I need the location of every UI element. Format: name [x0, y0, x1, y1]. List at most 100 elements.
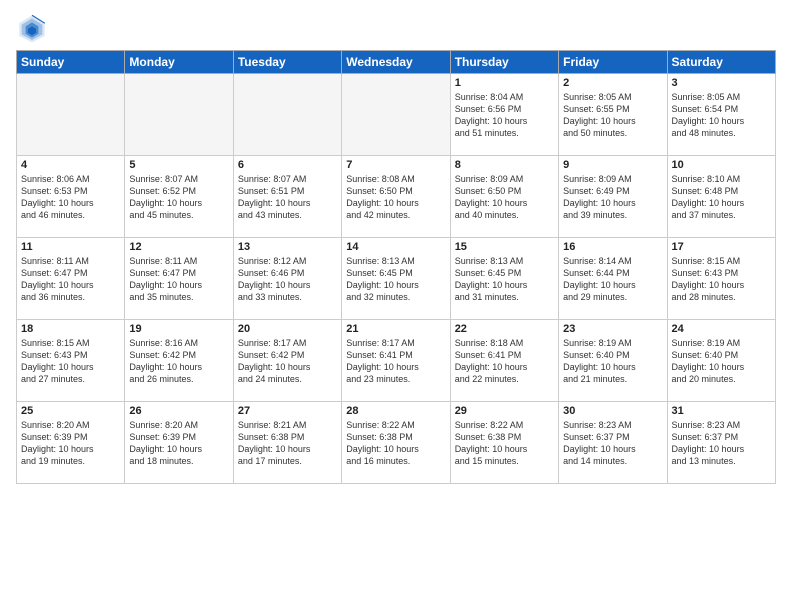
calendar-cell: 21 Sunrise: 8:17 AM Sunset: 6:41 PM Dayli… [342, 320, 450, 402]
day-number: 20 [238, 323, 337, 335]
day-info: Sunrise: 8:09 AM Sunset: 6:50 PM Dayligh… [455, 173, 554, 222]
day-number: 5 [129, 159, 228, 171]
day-number: 21 [346, 323, 445, 335]
day-number: 28 [346, 405, 445, 417]
page: SundayMondayTuesdayWednesdayThursdayFrid… [0, 0, 792, 612]
day-number: 19 [129, 323, 228, 335]
day-number: 7 [346, 159, 445, 171]
day-info: Sunrise: 8:18 AM Sunset: 6:41 PM Dayligh… [455, 337, 554, 386]
day-number: 26 [129, 405, 228, 417]
day-number: 1 [455, 77, 554, 89]
day-number: 6 [238, 159, 337, 171]
day-number: 27 [238, 405, 337, 417]
weekday-header-saturday: Saturday [667, 51, 775, 74]
weekday-header-friday: Friday [559, 51, 667, 74]
day-number: 30 [563, 405, 662, 417]
calendar-cell: 11Sunrise: 8:11 AM Sunset: 6:47 PM Dayli… [17, 238, 125, 320]
calendar-cell: 15 Sunrise: 8:13 AM Sunset: 6:45 PM Dayli… [450, 238, 558, 320]
day-info: Sunrise: 8:19 AM Sunset: 6:40 PM Dayligh… [672, 337, 771, 386]
day-number: 24 [672, 323, 771, 335]
day-number: 9 [563, 159, 662, 171]
calendar-cell: 26 Sunrise: 8:20 AM Sunset: 6:39 PM Dayli… [125, 402, 233, 484]
calendar-cell: 10 Sunrise: 8:10 AM Sunset: 6:48 PM Dayli… [667, 156, 775, 238]
calendar-cell: 5Sunrise: 8:07 AM Sunset: 6:52 PM Daylig… [125, 156, 233, 238]
day-info: Sunrise: 8:08 AM Sunset: 6:50 PM Dayligh… [346, 173, 445, 222]
calendar-cell: 20 Sunrise: 8:17 AM Sunset: 6:42 PM Dayli… [233, 320, 341, 402]
day-info: Sunrise: 8:11 AM Sunset: 6:47 PM Dayligh… [129, 255, 228, 304]
calendar-cell: 3 Sunrise: 8:05 AM Sunset: 6:54 PM Daylig… [667, 74, 775, 156]
day-number: 3 [672, 77, 771, 89]
day-number: 14 [346, 241, 445, 253]
weekday-header-thursday: Thursday [450, 51, 558, 74]
day-number: 25 [21, 405, 120, 417]
day-info: Sunrise: 8:17 AM Sunset: 6:41 PM Dayligh… [346, 337, 445, 386]
day-info: Sunrise: 8:07 AM Sunset: 6:51 PM Dayligh… [238, 173, 337, 222]
day-number: 12 [129, 241, 228, 253]
calendar-cell: 4 Sunrise: 8:06 AM Sunset: 6:53 PM Daylig… [17, 156, 125, 238]
day-info: Sunrise: 8:11 AM Sunset: 6:47 PM Dayligh… [21, 255, 120, 304]
calendar-cell: 23Sunrise: 8:19 AM Sunset: 6:40 PM Dayli… [559, 320, 667, 402]
day-info: Sunrise: 8:23 AM Sunset: 6:37 PM Dayligh… [563, 419, 662, 468]
day-number: 10 [672, 159, 771, 171]
calendar-cell: 25 Sunrise: 8:20 AM Sunset: 6:39 PM Dayli… [17, 402, 125, 484]
day-number: 8 [455, 159, 554, 171]
week-row-5: 25 Sunrise: 8:20 AM Sunset: 6:39 PM Dayli… [17, 402, 776, 484]
weekday-header-tuesday: Tuesday [233, 51, 341, 74]
day-info: Sunrise: 8:22 AM Sunset: 6:38 PM Dayligh… [455, 419, 554, 468]
calendar-cell: 27 Sunrise: 8:21 AM Sunset: 6:38 PM Dayli… [233, 402, 341, 484]
calendar-cell: 16Sunrise: 8:14 AM Sunset: 6:44 PM Dayli… [559, 238, 667, 320]
day-number: 18 [21, 323, 120, 335]
day-number: 23 [563, 323, 662, 335]
day-info: Sunrise: 8:10 AM Sunset: 6:48 PM Dayligh… [672, 173, 771, 222]
calendar-cell: 7 Sunrise: 8:08 AM Sunset: 6:50 PM Daylig… [342, 156, 450, 238]
calendar-cell: 12 Sunrise: 8:11 AM Sunset: 6:47 PM Dayli… [125, 238, 233, 320]
day-info: Sunrise: 8:06 AM Sunset: 6:53 PM Dayligh… [21, 173, 120, 222]
calendar-cell: 18 Sunrise: 8:15 AM Sunset: 6:43 PM Dayli… [17, 320, 125, 402]
calendar-cell: 19 Sunrise: 8:16 AM Sunset: 6:42 PM Dayli… [125, 320, 233, 402]
day-number: 2 [563, 77, 662, 89]
day-info: Sunrise: 8:16 AM Sunset: 6:42 PM Dayligh… [129, 337, 228, 386]
day-info: Sunrise: 8:21 AM Sunset: 6:38 PM Dayligh… [238, 419, 337, 468]
week-row-4: 18 Sunrise: 8:15 AM Sunset: 6:43 PM Dayli… [17, 320, 776, 402]
day-info: Sunrise: 8:20 AM Sunset: 6:39 PM Dayligh… [129, 419, 228, 468]
day-number: 15 [455, 241, 554, 253]
day-info: Sunrise: 8:20 AM Sunset: 6:39 PM Dayligh… [21, 419, 120, 468]
day-info: Sunrise: 8:17 AM Sunset: 6:42 PM Dayligh… [238, 337, 337, 386]
calendar-cell: 9Sunrise: 8:09 AM Sunset: 6:49 PM Daylig… [559, 156, 667, 238]
day-number: 13 [238, 241, 337, 253]
calendar-cell [125, 74, 233, 156]
day-info: Sunrise: 8:05 AM Sunset: 6:55 PM Dayligh… [563, 91, 662, 140]
calendar-cell: 30 Sunrise: 8:23 AM Sunset: 6:37 PM Dayli… [559, 402, 667, 484]
calendar-cell [233, 74, 341, 156]
day-number: 29 [455, 405, 554, 417]
calendar-cell [17, 74, 125, 156]
calendar-cell: 29 Sunrise: 8:22 AM Sunset: 6:38 PM Dayli… [450, 402, 558, 484]
day-info: Sunrise: 8:15 AM Sunset: 6:43 PM Dayligh… [672, 255, 771, 304]
week-row-3: 11Sunrise: 8:11 AM Sunset: 6:47 PM Dayli… [17, 238, 776, 320]
day-number: 31 [672, 405, 771, 417]
day-info: Sunrise: 8:12 AM Sunset: 6:46 PM Dayligh… [238, 255, 337, 304]
calendar-cell: 22 Sunrise: 8:18 AM Sunset: 6:41 PM Dayli… [450, 320, 558, 402]
day-number: 22 [455, 323, 554, 335]
day-info: Sunrise: 8:13 AM Sunset: 6:45 PM Dayligh… [346, 255, 445, 304]
weekday-header-sunday: Sunday [17, 51, 125, 74]
calendar-cell: 14 Sunrise: 8:13 AM Sunset: 6:45 PM Dayli… [342, 238, 450, 320]
week-row-1: 1 Sunrise: 8:04 AM Sunset: 6:56 PM Daylig… [17, 74, 776, 156]
weekday-header-wednesday: Wednesday [342, 51, 450, 74]
day-info: Sunrise: 8:15 AM Sunset: 6:43 PM Dayligh… [21, 337, 120, 386]
day-number: 17 [672, 241, 771, 253]
calendar-cell: 13 Sunrise: 8:12 AM Sunset: 6:46 PM Dayli… [233, 238, 341, 320]
day-number: 16 [563, 241, 662, 253]
logo-icon [16, 12, 48, 44]
day-number: 4 [21, 159, 120, 171]
day-info: Sunrise: 8:23 AM Sunset: 6:37 PM Dayligh… [672, 419, 771, 468]
weekday-header-monday: Monday [125, 51, 233, 74]
calendar-cell: 1 Sunrise: 8:04 AM Sunset: 6:56 PM Daylig… [450, 74, 558, 156]
day-info: Sunrise: 8:04 AM Sunset: 6:56 PM Dayligh… [455, 91, 554, 140]
calendar-table: SundayMondayTuesdayWednesdayThursdayFrid… [16, 50, 776, 484]
week-row-2: 4 Sunrise: 8:06 AM Sunset: 6:53 PM Daylig… [17, 156, 776, 238]
calendar-cell [342, 74, 450, 156]
weekday-header-row: SundayMondayTuesdayWednesdayThursdayFrid… [17, 51, 776, 74]
day-info: Sunrise: 8:13 AM Sunset: 6:45 PM Dayligh… [455, 255, 554, 304]
day-info: Sunrise: 8:05 AM Sunset: 6:54 PM Dayligh… [672, 91, 771, 140]
